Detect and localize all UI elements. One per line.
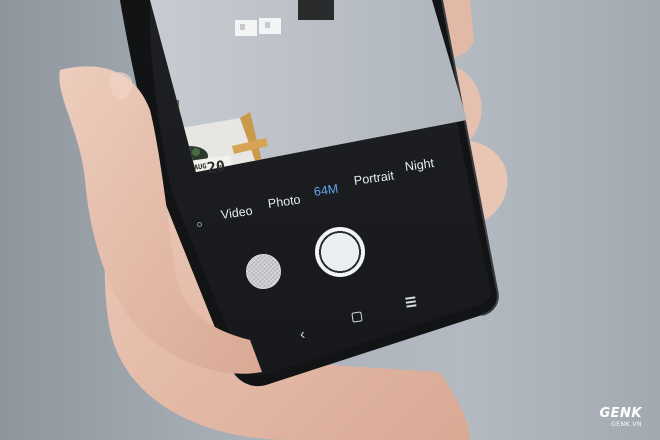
watermark-sub: GENK.VN	[611, 421, 642, 428]
watermark: GENK GENK.VN	[599, 407, 642, 429]
menu-icon[interactable]	[405, 296, 417, 309]
watermark-brand: GENK	[599, 406, 642, 421]
gallery-thumbnail-icon[interactable]	[246, 254, 281, 289]
photo-scene: AUG 20 Video Photo 64M Portrait Night ‹ …	[0, 0, 660, 440]
shutter-button[interactable]	[315, 227, 365, 277]
page-dot-icon	[197, 222, 202, 227]
home-icon[interactable]	[351, 311, 363, 323]
calendar-day: 20	[205, 156, 227, 178]
scene-illustration	[0, 0, 660, 440]
